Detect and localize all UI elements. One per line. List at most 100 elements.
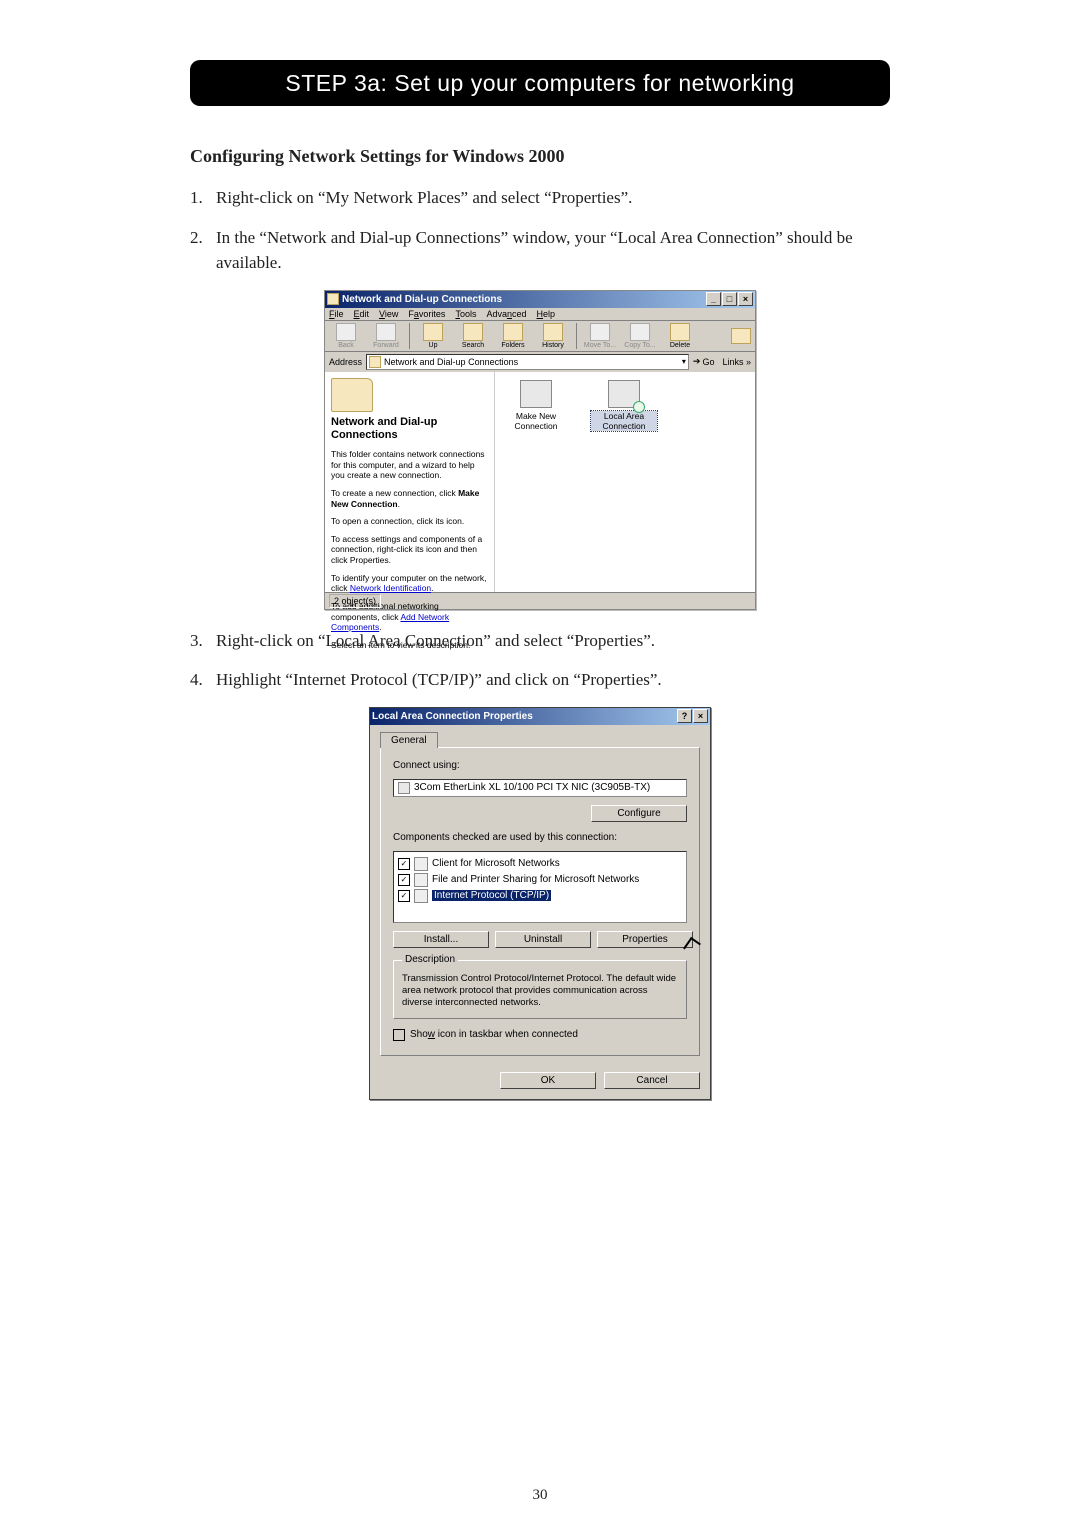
tb-forward[interactable]: Forward xyxy=(369,323,403,349)
tb-history[interactable]: History xyxy=(536,323,570,349)
address-label: Address xyxy=(329,357,362,367)
chevron-down-icon[interactable]: ▾ xyxy=(682,357,686,366)
menu-help[interactable]: Help xyxy=(537,309,556,319)
menubar: File Edit View Favorites Tools Advanced … xyxy=(325,308,755,321)
description-text: Transmission Control Protocol/Internet P… xyxy=(402,973,678,1010)
configure-button[interactable]: Configure xyxy=(591,805,687,822)
tb-forward-label: Forward xyxy=(373,342,399,349)
step-1: 1. Right-click on “My Network Places” an… xyxy=(190,185,890,211)
list-item-label: File and Printer Sharing for Microsoft N… xyxy=(432,874,639,885)
checkbox-icon[interactable] xyxy=(393,1029,405,1041)
adapter-field: 3Com EtherLink XL 10/100 PCI TX NIC (3C9… xyxy=(393,779,687,797)
install-button[interactable]: Install... xyxy=(393,931,489,948)
tb-search-label: Search xyxy=(462,342,484,349)
screenshot-network-dialup: Network and Dial-up Connections _ □ × Fi… xyxy=(324,290,756,610)
address-field[interactable]: Network and Dial-up Connections ▾ xyxy=(366,354,689,370)
folder-icon xyxy=(327,293,339,305)
tb-copyto[interactable]: Copy To... xyxy=(623,323,657,349)
toolbar-sep xyxy=(409,323,410,349)
client-icon xyxy=(414,857,428,871)
menu-advanced[interactable]: Advanced xyxy=(486,309,526,319)
step-3-num: 3. xyxy=(190,628,216,654)
tb-folders[interactable]: Folders xyxy=(496,323,530,349)
tb-up-label: Up xyxy=(429,342,438,349)
close-button[interactable]: × xyxy=(693,709,708,723)
help-button[interactable]: ? xyxy=(677,709,692,723)
icon-local-area-connection[interactable]: Local Area Connection xyxy=(591,380,657,431)
minimize-button[interactable]: _ xyxy=(706,292,721,306)
ok-button[interactable]: OK xyxy=(500,1072,596,1089)
show-icon-row[interactable]: Show icon in taskbar when connected xyxy=(393,1029,687,1041)
connection-icon xyxy=(520,380,552,408)
properties-button[interactable]: Properties xyxy=(597,931,693,948)
win1-titlebar: Network and Dial-up Connections _ □ × xyxy=(325,291,755,308)
protocol-icon xyxy=(414,889,428,903)
side-pane: Network and Dial-up Connections This fol… xyxy=(325,372,495,592)
toolbar-sep2 xyxy=(576,323,577,349)
tb-delete[interactable]: Delete xyxy=(663,323,697,349)
close-button[interactable]: × xyxy=(738,292,753,306)
step-3-text: Right-click on “Local Area Connection” a… xyxy=(216,628,890,654)
list-item-label: Client for Microsoft Networks xyxy=(432,858,560,869)
side-p4: To access settings and components of a c… xyxy=(331,534,488,566)
nic-icon xyxy=(398,782,410,794)
list-item[interactable]: ✓ Client for Microsoft Networks xyxy=(398,857,682,871)
uninstall-button[interactable]: Uninstall xyxy=(495,931,591,948)
tab-general[interactable]: General xyxy=(380,732,438,748)
description-legend: Description xyxy=(402,954,458,965)
side-heading: Network and Dial-up Connections xyxy=(331,416,488,444)
menu-edit[interactable]: Edit xyxy=(354,309,370,319)
list-item-label: Internet Protocol (TCP/IP) xyxy=(432,890,551,901)
maximize-button[interactable]: □ xyxy=(722,292,737,306)
checkbox-icon[interactable]: ✓ xyxy=(398,874,410,886)
address-bar: Address Network and Dial-up Connections … xyxy=(325,352,755,372)
step-2: 2. In the “Network and Dial-up Connectio… xyxy=(190,225,890,276)
win1-title: Network and Dial-up Connections xyxy=(342,294,502,305)
step-4-num: 4. xyxy=(190,667,216,693)
components-list[interactable]: ✓ Client for Microsoft Networks ✓ File a… xyxy=(393,851,687,923)
tb-back-label: Back xyxy=(338,342,354,349)
go-button[interactable]: ➔ Go xyxy=(693,356,715,367)
side-p2a: To create a new connection, click xyxy=(331,488,458,498)
big-folder-icon xyxy=(331,378,373,412)
checkbox-icon[interactable]: ✓ xyxy=(398,858,410,870)
menu-tools[interactable]: Tools xyxy=(455,309,476,319)
icon-make-new-connection[interactable]: Make New Connection xyxy=(503,380,569,431)
page-number: 30 xyxy=(0,1487,1080,1504)
tb-up[interactable]: Up xyxy=(416,323,450,349)
side-p5: To identify your computer on the network… xyxy=(331,573,488,594)
tab-panel: Connect using: 3Com EtherLink XL 10/100 … xyxy=(380,747,700,1056)
tb-folders-label: Folders xyxy=(501,342,524,349)
tb-copyto-label: Copy To... xyxy=(624,342,655,349)
list-item-tcpip[interactable]: ✓ Internet Protocol (TCP/IP) xyxy=(398,889,682,903)
menu-view[interactable]: View xyxy=(379,309,398,319)
link-network-identification[interactable]: Network Identification xyxy=(350,583,431,593)
tb-moveto-label: Move To... xyxy=(584,342,616,349)
step-3: 3. Right-click on “Local Area Connection… xyxy=(190,628,890,654)
tb-search[interactable]: Search xyxy=(456,323,490,349)
toolbar-brand-icon xyxy=(731,328,751,344)
section-title: Configuring Network Settings for Windows… xyxy=(190,146,890,167)
status-text: 2 object(s) xyxy=(329,594,381,608)
go-label: Go xyxy=(702,357,714,367)
step-2-num: 2. xyxy=(190,225,216,276)
menu-file[interactable]: File xyxy=(329,309,344,319)
adapter-name: 3Com EtherLink XL 10/100 PCI TX NIC (3C9… xyxy=(414,782,650,793)
components-label: Components checked are used by this conn… xyxy=(393,832,687,843)
screenshot-lac-properties: Local Area Connection Properties ? × Gen… xyxy=(369,707,711,1100)
side-p2: To create a new connection, click Make N… xyxy=(331,488,488,509)
icon-make-new-label: Make New Connection xyxy=(514,411,557,431)
tb-back[interactable]: Back xyxy=(329,323,363,349)
menu-favorites[interactable]: Favorites xyxy=(408,309,445,319)
dlg-title: Local Area Connection Properties xyxy=(372,711,533,722)
step-banner-text: STEP 3a: Set up your computers for netwo… xyxy=(285,70,794,97)
step-1-num: 1. xyxy=(190,185,216,211)
links-button[interactable]: Links » xyxy=(722,357,751,367)
tb-moveto[interactable]: Move To... xyxy=(583,323,617,349)
step-4: 4. Highlight “Internet Protocol (TCP/IP)… xyxy=(190,667,890,693)
step-2-text: In the “Network and Dial-up Connections”… xyxy=(216,225,890,276)
address-value: Network and Dial-up Connections xyxy=(384,357,518,367)
cancel-button[interactable]: Cancel xyxy=(604,1072,700,1089)
checkbox-icon[interactable]: ✓ xyxy=(398,890,410,902)
list-item[interactable]: ✓ File and Printer Sharing for Microsoft… xyxy=(398,873,682,887)
